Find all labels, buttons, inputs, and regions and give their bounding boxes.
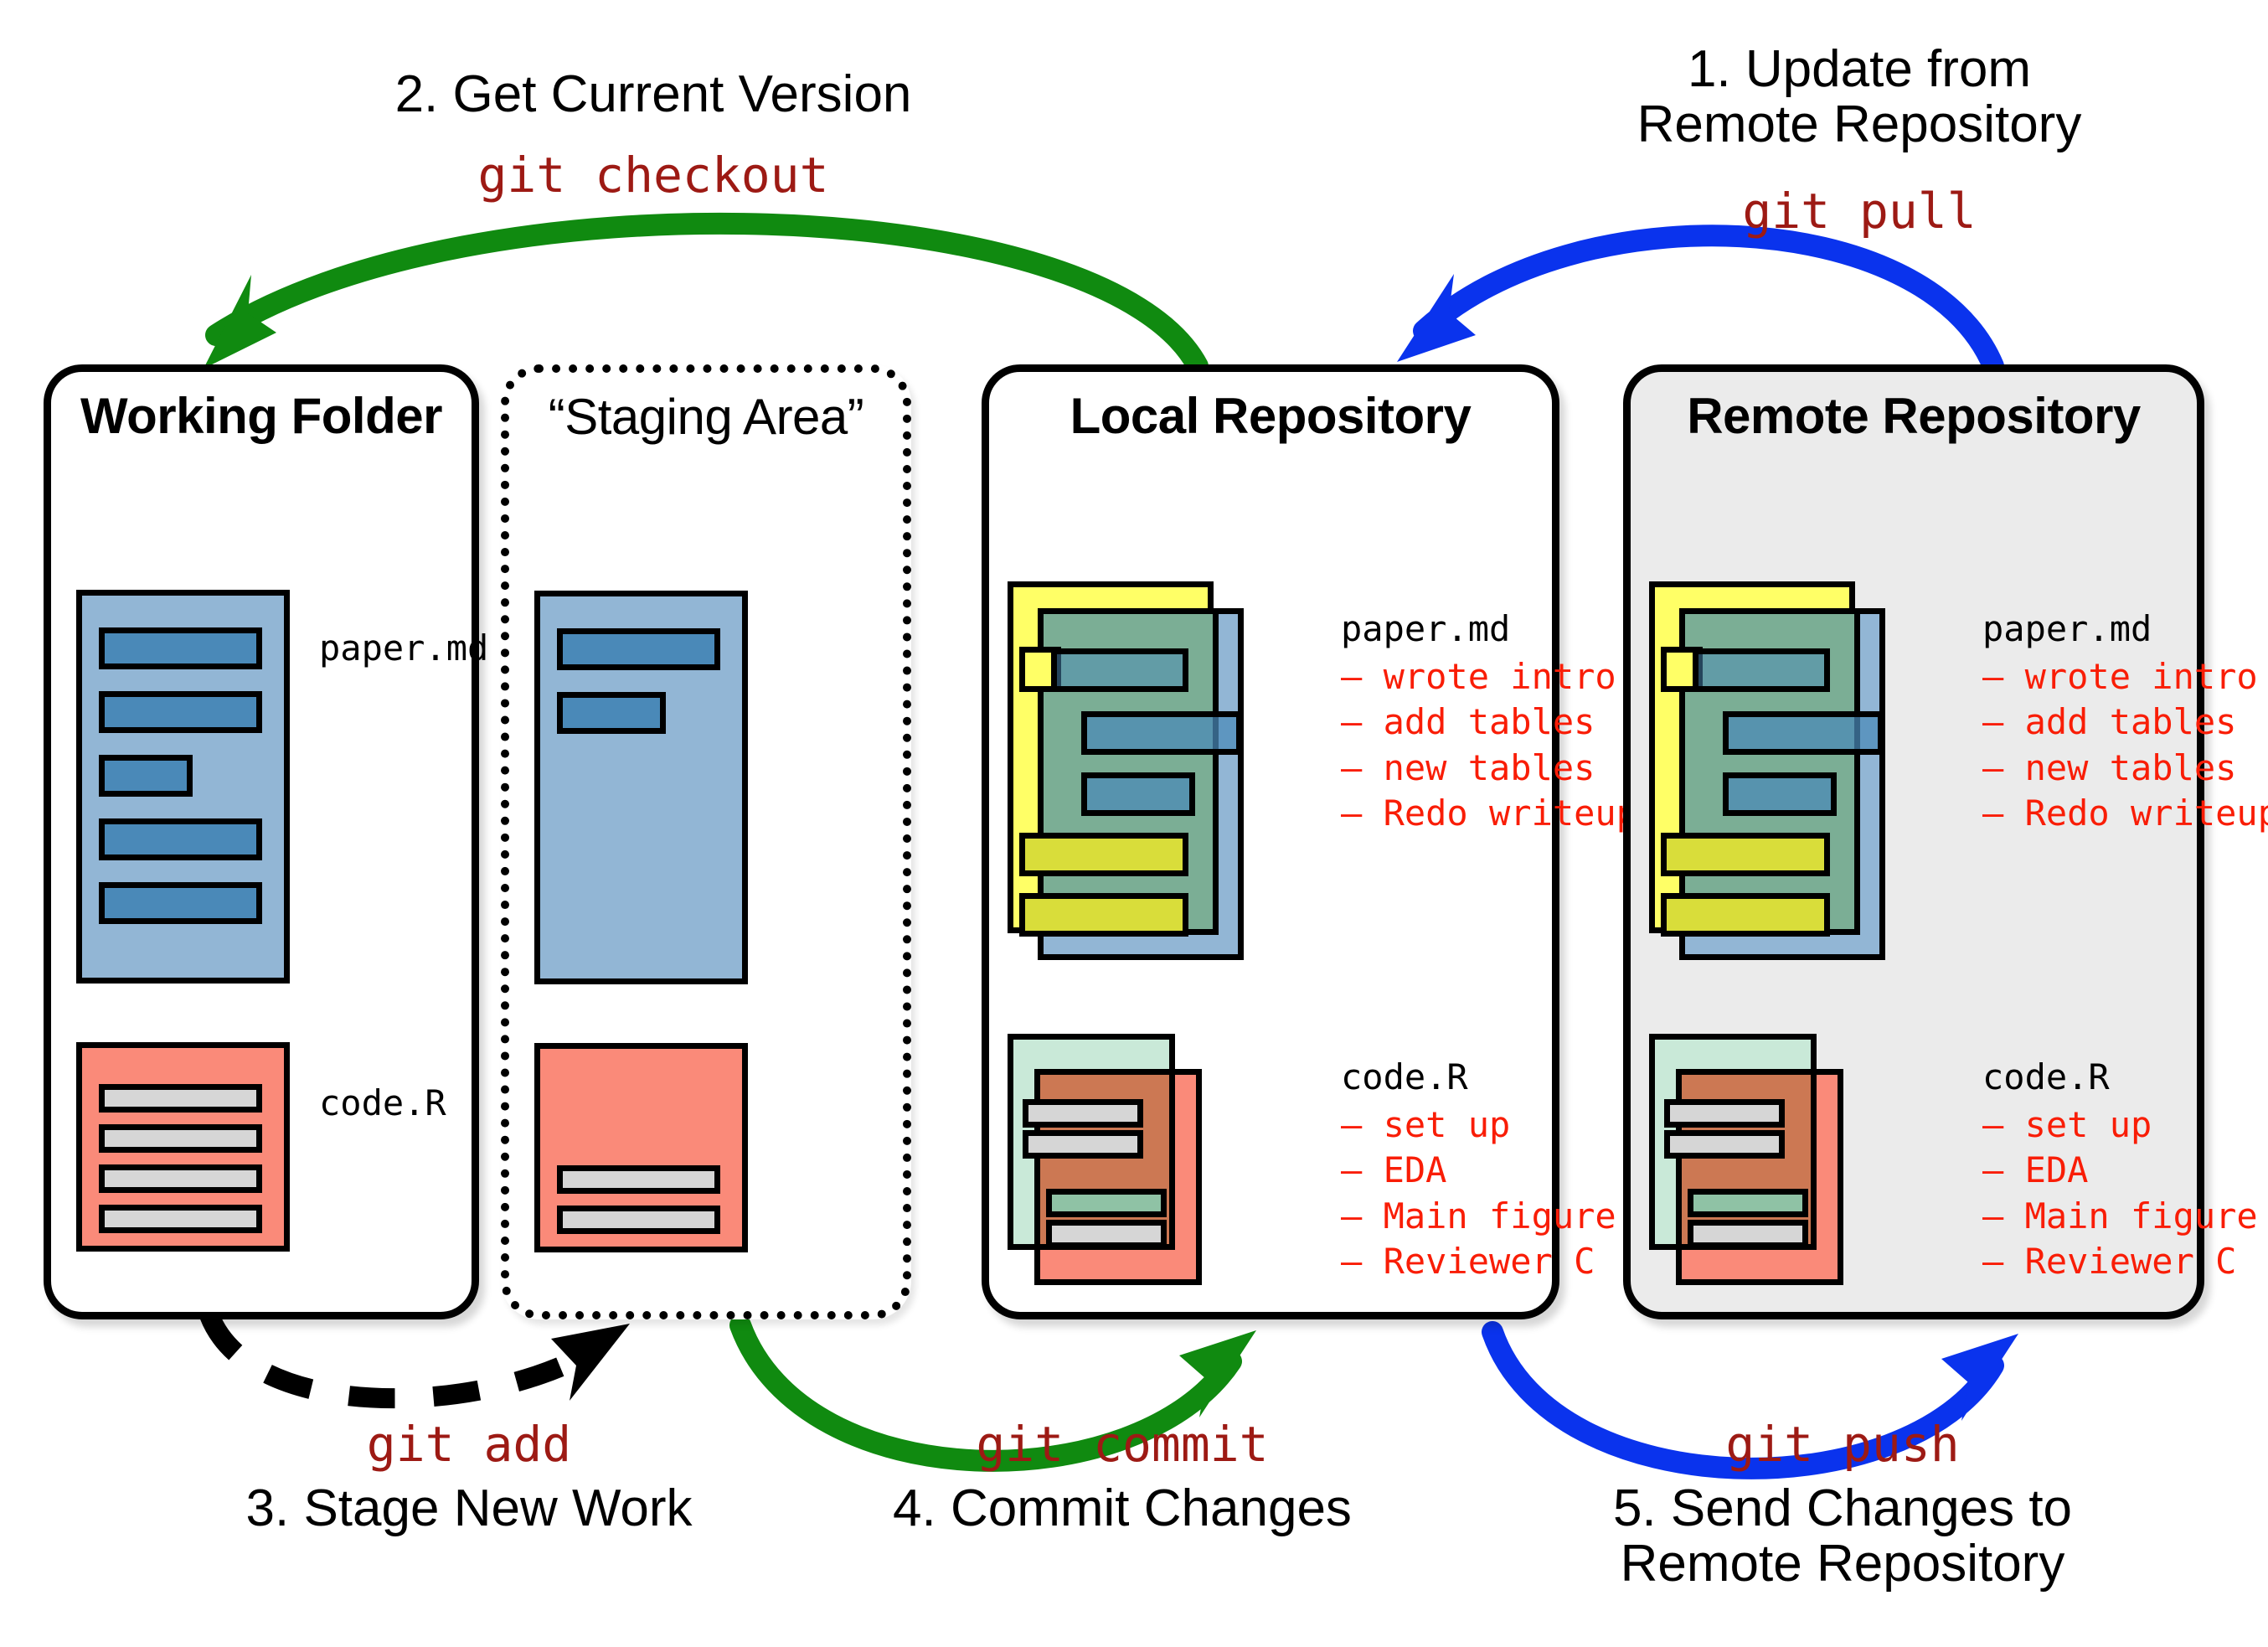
file-line (99, 627, 262, 669)
file-line (1723, 772, 1837, 816)
file-card-paper-working (76, 590, 290, 984)
file-line (1664, 1130, 1785, 1159)
file-line (1051, 648, 1188, 692)
file-line (1046, 1220, 1167, 1248)
step-pull-line1: 1. Update from (1687, 40, 2032, 98)
file-label-paper-local: paper.md (1341, 608, 1511, 649)
step-push-label: 5. Send Changes to Remote Repository (1474, 1481, 2211, 1591)
file-line (1019, 833, 1188, 876)
file-line (99, 818, 262, 860)
commit-entry: – add tables (1341, 701, 1595, 743)
commit-entry: – Main figure (1982, 1195, 2258, 1237)
panel-working-folder-title: Working Folder (80, 388, 442, 444)
arrow-checkout (204, 212, 1209, 377)
panel-working-folder[interactable]: Working Folder paper.md code.R (44, 364, 488, 1319)
version-stack-paper-remote (1649, 581, 1951, 967)
step-commit-label: 4. Commit Changes (838, 1481, 1407, 1536)
file-line (1081, 772, 1195, 816)
commit-entry: – set up (1982, 1103, 2152, 1145)
file-line (99, 1084, 262, 1113)
step-commit-line1: 4. Commit Changes (893, 1479, 1352, 1537)
step-checkout-line1: 2. Get Current Version (394, 65, 912, 123)
commit-entry: – Reviewer C (1982, 1241, 2237, 1283)
step-add-label: 3. Stage New Work (50, 1481, 888, 1536)
step-pull-line2: Remote Repository (1637, 95, 2082, 153)
step-push-line2: Remote Repository (1620, 1534, 2065, 1593)
file-line (1023, 1130, 1143, 1159)
file-line (557, 1165, 720, 1194)
panel-local-repository[interactable]: Local Repository paper.md – wrote intro … (982, 364, 1637, 1319)
file-line (99, 1164, 262, 1193)
file-label-paper-remote: paper.md (1982, 608, 2152, 649)
file-line (99, 882, 262, 924)
commit-entry: – Main figure (1341, 1195, 1616, 1237)
file-card-code-staging (534, 1043, 748, 1252)
file-card-paper-staging (534, 591, 748, 984)
file-line (1019, 893, 1188, 937)
version-stack-code-local (1008, 1034, 1309, 1285)
file-label-code-working: code.R (319, 1082, 446, 1123)
step-pull-label: 1. Update from Remote Repository (1474, 42, 2245, 152)
file-line (557, 628, 720, 670)
commit-entry: – EDA (1341, 1149, 1447, 1191)
file-line (1661, 833, 1830, 876)
version-stack-paper-local (1008, 581, 1309, 967)
file-line (1661, 893, 1830, 937)
annotation-code-local: code.R – set up – EDA – Main figure – Re… (1341, 1055, 1616, 1285)
panel-remote-repository[interactable]: Remote Repository paper.md – wrote intro… (1623, 364, 2268, 1319)
file-label-paper-working: paper.md (319, 627, 489, 669)
annotation-code-remote: code.R – set up – EDA – Main figure – Re… (1982, 1055, 2258, 1285)
panel-staging-area-title: “Staging Area” (548, 389, 864, 445)
file-label-code-remote: code.R (1982, 1056, 2110, 1097)
step-push-line1: 5. Send Changes to (1612, 1479, 2073, 1537)
version-stack-code-remote (1649, 1034, 1951, 1285)
file-line (557, 692, 666, 734)
commit-entry: – add tables (1982, 701, 2237, 743)
commit-entry: – set up (1341, 1103, 1511, 1145)
step-commit-command: git commit (976, 1416, 1269, 1473)
file-label-code-local: code.R (1341, 1056, 1468, 1097)
commit-entry: – EDA (1982, 1149, 2089, 1191)
commit-entry: – new tables (1982, 746, 2237, 788)
step-pull-command: git pull (1742, 183, 1977, 240)
file-line (99, 755, 193, 797)
file-line (557, 1206, 720, 1234)
file-line (99, 1124, 262, 1153)
file-card-code-working (76, 1042, 290, 1252)
panel-local-repository-title: Local Repository (1070, 388, 1472, 444)
step-checkout-command: git checkout (477, 147, 829, 204)
arrow-add (199, 1311, 630, 1409)
commit-entry: – Redo writeup (1982, 793, 2268, 834)
file-line (1046, 1189, 1167, 1217)
arrow-pull (1397, 225, 2004, 377)
diagram-canvas: 2. Get Current Version git checkout 1. U… (0, 0, 2268, 1647)
file-line (1023, 1099, 1143, 1128)
commit-entry: – new tables (1341, 746, 1595, 788)
commit-entry: – wrote intro (1341, 655, 1616, 697)
step-checkout-label: 2. Get Current Version (268, 67, 1039, 122)
file-line (1688, 1220, 1808, 1248)
step-add-line1: 3. Stage New Work (245, 1479, 693, 1537)
step-add-command: git add (366, 1416, 572, 1473)
file-line (1081, 711, 1242, 755)
commit-entry: – Reviewer C (1341, 1241, 1595, 1283)
file-line (1693, 648, 1830, 692)
commit-entry: – wrote intro (1982, 655, 2258, 697)
file-line (1664, 1099, 1785, 1128)
file-line (99, 691, 262, 733)
annotation-paper-local: paper.md – wrote intro – add tables – ne… (1341, 607, 1637, 837)
annotation-paper-remote: paper.md – wrote intro – add tables – ne… (1982, 607, 2268, 837)
file-line (1723, 711, 1884, 755)
file-line (1688, 1189, 1808, 1217)
panel-staging-area[interactable]: “Staging Area” (501, 364, 911, 1319)
commit-entry: – Redo writeup (1341, 793, 1638, 834)
step-push-command: git push (1725, 1416, 1960, 1473)
file-line (99, 1205, 262, 1233)
panel-remote-repository-title: Remote Repository (1687, 388, 2141, 444)
